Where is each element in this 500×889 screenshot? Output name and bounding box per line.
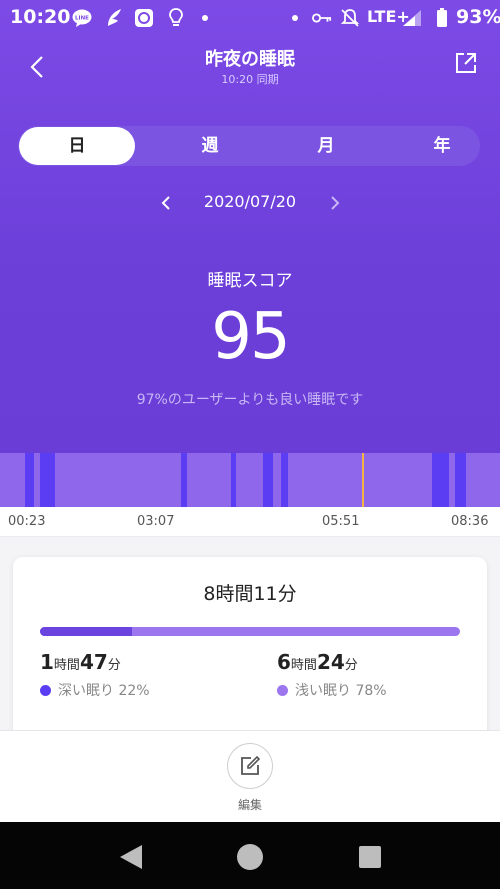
key-icon <box>312 8 332 28</box>
light-sleep-dot-icon <box>277 684 288 696</box>
battery-icon <box>432 8 452 28</box>
light-minutes: 24 <box>316 650 345 674</box>
system-navigation-bar <box>0 822 500 889</box>
light-hours: 6 <box>277 650 291 674</box>
edit-label: 編集 <box>237 798 262 812</box>
score-label: 睡眠スコア <box>207 271 293 291</box>
square-recents-icon <box>359 846 381 868</box>
deep-sleep-segment <box>25 453 34 507</box>
dot-icon <box>292 15 298 21</box>
deep-sleep-segment <box>281 453 288 507</box>
light-sleep-label: 浅い眠り 78% <box>295 683 387 699</box>
bulb-icon <box>166 8 186 28</box>
date-navigator: 2020/07/20 <box>0 190 500 216</box>
deep-sleep-segment <box>263 453 273 507</box>
circle-home-icon <box>237 844 263 870</box>
timeline-tick-label: 03:07 <box>137 514 175 529</box>
timeline-tick-label: 05:51 <box>322 514 360 529</box>
nav-home-button[interactable] <box>235 842 265 872</box>
deep-hours: 1 <box>40 650 54 674</box>
minutes-unit: 分 <box>344 658 358 673</box>
battery-percent: 93% <box>456 6 500 28</box>
dot-icon <box>202 15 208 21</box>
triangle-back-icon <box>120 845 142 869</box>
status-time: 10:20 <box>10 6 71 28</box>
minutes-unit: 分 <box>107 658 121 673</box>
deep-sleep-label: 深い眠り 22% <box>58 683 150 699</box>
edit-button[interactable] <box>227 743 273 789</box>
deep-sleep-segment <box>455 453 466 507</box>
signal-icon <box>402 8 422 28</box>
timeline-tick-label: 00:23 <box>8 514 46 529</box>
deep-sleep-segment <box>40 453 56 507</box>
next-date-button[interactable] <box>325 192 343 214</box>
light-sleep-stat: 6時間24分 浅い眠り 78% <box>277 650 387 700</box>
current-date: 2020/07/20 <box>203 192 297 211</box>
deep-minutes: 47 <box>79 650 108 674</box>
line-icon: LINE <box>72 8 92 28</box>
footer: 編集 <box>0 730 500 822</box>
deep-sleep-ratio-fill <box>40 627 133 636</box>
deep-sleep-segment <box>431 453 449 507</box>
mute-icon <box>340 8 360 28</box>
total-sleep-duration: 8時間11分 <box>203 583 297 605</box>
score-comparison: 97%のユーザーよりも良い睡眠です <box>136 392 364 408</box>
deep-sleep-segment <box>180 453 188 507</box>
nav-recents-button[interactable] <box>355 842 385 872</box>
tab-day[interactable]: 日 <box>19 127 135 165</box>
sleep-score: 95 <box>211 300 290 374</box>
sync-status: 10:20 同期 <box>221 73 279 86</box>
period-tabs: 日 週 月 年 <box>18 126 480 166</box>
hours-unit: 時間 <box>53 658 80 673</box>
deep-sleep-segment <box>231 453 237 507</box>
status-bar: 10:20 LINE LTE+ 93% <box>0 0 500 36</box>
share-icon <box>456 53 476 73</box>
page-title: 昨夜の睡眠 <box>205 49 295 70</box>
timeline-tick-label: 08:36 <box>451 514 489 529</box>
svg-text:LINE: LINE <box>75 16 89 22</box>
deep-sleep-stat: 1時間47分 深い眠り 22% <box>40 650 150 700</box>
timeline-marker <box>362 453 365 507</box>
timeline-axis: 00:23 03:07 05:51 08:36 <box>0 507 500 537</box>
edit-icon <box>241 755 261 775</box>
sleep-timeline[interactable] <box>0 453 500 507</box>
nav-back-button[interactable] <box>116 842 146 872</box>
app-icon <box>134 8 154 28</box>
deep-sleep-dot-icon <box>40 684 51 696</box>
chevron-right-icon <box>331 196 340 210</box>
wing-icon <box>104 8 124 28</box>
sleep-summary-card: 8時間11分 1時間47分 深い眠り 22% 6時間24分 浅い眠り 78% <box>13 557 487 747</box>
sleep-ratio-bar <box>40 627 460 636</box>
tab-week[interactable]: 週 <box>152 126 268 166</box>
share-button[interactable] <box>453 50 483 80</box>
tab-month[interactable]: 月 <box>268 126 384 166</box>
tab-year[interactable]: 年 <box>384 126 500 166</box>
hours-unit: 時間 <box>290 658 317 673</box>
